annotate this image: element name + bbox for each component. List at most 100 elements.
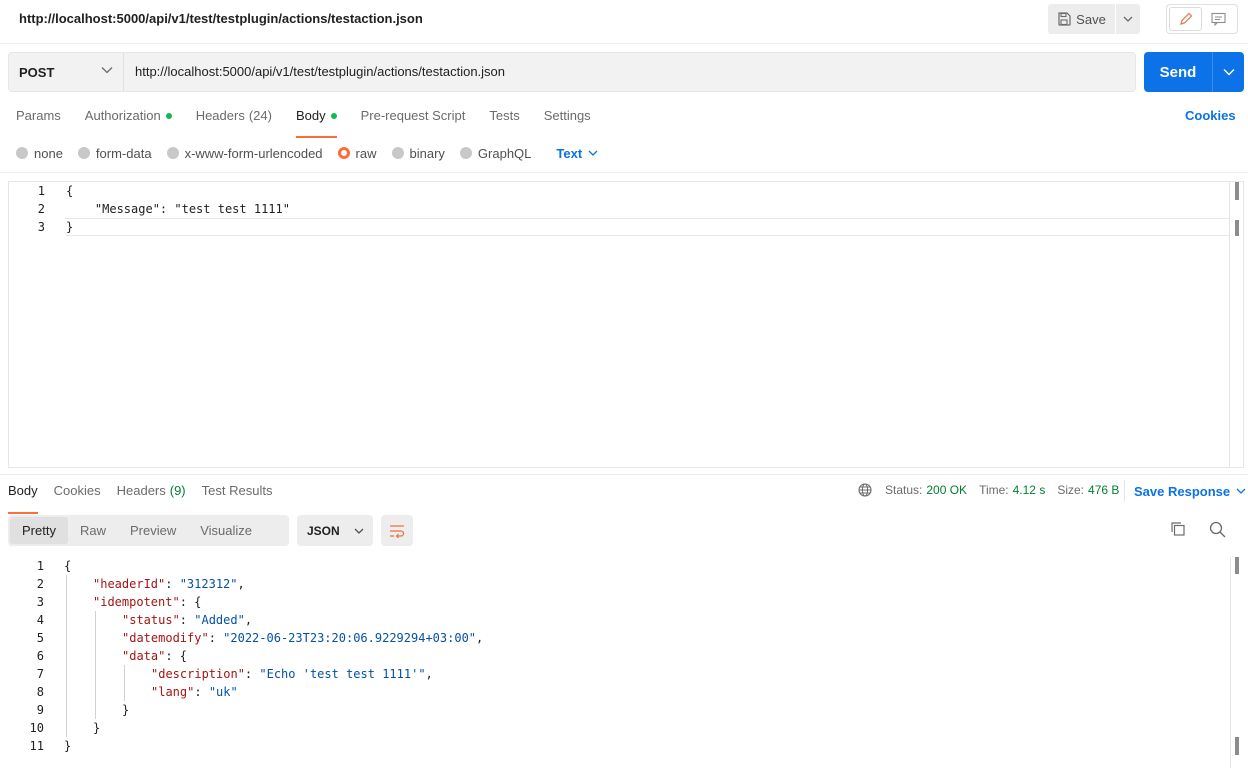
chevron-down-icon bbox=[588, 150, 598, 156]
json-brace: } bbox=[64, 739, 72, 753]
scrollbar-thumb[interactable] bbox=[1235, 182, 1239, 200]
json-brace: } bbox=[122, 703, 130, 717]
line-number: 11 bbox=[29, 739, 44, 753]
line-number: 9 bbox=[36, 703, 44, 717]
view-tab-visualize[interactable]: Visualize bbox=[188, 517, 264, 544]
request-body-editor[interactable]: 1 2 3 { "Message": "test test 1111" } bbox=[8, 181, 1244, 468]
radio-graphql[interactable]: GraphQL bbox=[459, 146, 531, 161]
chevron-down-icon bbox=[1123, 16, 1133, 22]
globe-icon[interactable] bbox=[858, 483, 872, 497]
tab-count: (24) bbox=[248, 108, 272, 123]
json-value: "Echo 'test test 1111'" bbox=[259, 667, 426, 681]
search-button[interactable] bbox=[1209, 521, 1229, 541]
radio-form-data[interactable]: form-data bbox=[77, 145, 152, 161]
json-line: "headerId": "312312", bbox=[93, 577, 245, 591]
indent-guide bbox=[66, 575, 67, 737]
request-title[interactable]: http://localhost:5000/api/v1/test/testpl… bbox=[19, 11, 423, 26]
view-tab-preview[interactable]: Preview bbox=[118, 517, 188, 544]
method-label: POST bbox=[19, 64, 55, 80]
copy-icon bbox=[1171, 522, 1185, 536]
response-tab-test-results[interactable]: Test Results bbox=[202, 483, 273, 507]
line-number: 1 bbox=[37, 184, 45, 198]
wrap-lines-button[interactable] bbox=[381, 515, 413, 546]
response-format-select[interactable]: JSON bbox=[297, 515, 373, 546]
view-mode-toggle bbox=[1166, 4, 1238, 34]
radio-x-www-form-urlencoded[interactable]: x-www-form-urlencoded bbox=[166, 146, 323, 161]
scrollbar-marker bbox=[1235, 737, 1239, 755]
radio-label: form-data bbox=[95, 145, 152, 161]
url-bar: POST http://localhost:5000/api/v1/test/t… bbox=[8, 52, 1136, 92]
json-key: "status" bbox=[122, 613, 180, 627]
status-value[interactable]: 200 OK bbox=[926, 483, 967, 497]
copy-button[interactable] bbox=[1170, 521, 1190, 541]
response-tab-headers[interactable]: Headers (9) bbox=[117, 483, 186, 507]
scrollbar-thumb[interactable] bbox=[1235, 557, 1239, 574]
json-line: "lang": "uk" bbox=[151, 685, 238, 699]
json-line: "idempotent": { bbox=[93, 595, 202, 609]
tab-pre-request-script[interactable]: Pre-request Script bbox=[361, 108, 466, 132]
divider bbox=[0, 172, 1248, 173]
radio-circle bbox=[77, 147, 90, 159]
time-label: Time: bbox=[979, 483, 1009, 497]
send-group: Send bbox=[1144, 52, 1244, 92]
json-value: "312312" bbox=[179, 577, 238, 591]
chevron-down-icon bbox=[101, 67, 113, 74]
response-view-tabs: Pretty Raw Preview Visualize bbox=[8, 515, 289, 546]
json-line: "datemodify": "2022-06-23T23:20:06.92292… bbox=[122, 631, 484, 645]
radio-circle bbox=[459, 147, 472, 159]
json-key: "description" bbox=[151, 667, 245, 681]
response-tab-body[interactable]: Body bbox=[8, 483, 38, 514]
response-tabs: Body Cookies Headers (9) Test Results bbox=[8, 483, 288, 514]
save-group: Save bbox=[1048, 4, 1140, 34]
tab-label: Authorization bbox=[84, 108, 161, 123]
tab-params[interactable]: Params bbox=[16, 108, 61, 132]
tab-label: Pre-request Script bbox=[360, 108, 466, 123]
line-number: 3 bbox=[36, 595, 44, 609]
comments-mode-button[interactable] bbox=[1202, 7, 1235, 31]
radio-raw[interactable]: raw bbox=[337, 146, 377, 161]
json-key: "idempotent" bbox=[93, 595, 180, 609]
cookies-link[interactable]: Cookies bbox=[1185, 108, 1236, 123]
json-key: "datemodify" bbox=[122, 631, 209, 645]
line-number: 8 bbox=[36, 685, 44, 699]
body-format-select[interactable]: Text bbox=[556, 146, 598, 161]
send-button[interactable]: Send bbox=[1144, 52, 1212, 92]
view-tab-pretty[interactable]: Pretty bbox=[10, 517, 68, 544]
tab-settings[interactable]: Settings bbox=[544, 108, 591, 132]
line-number: 1 bbox=[36, 559, 44, 573]
radio-circle bbox=[391, 147, 404, 159]
save-icon bbox=[1058, 12, 1071, 26]
comment-icon bbox=[1211, 12, 1226, 26]
response-tab-cookies[interactable]: Cookies bbox=[54, 483, 101, 507]
tab-tests[interactable]: Tests bbox=[489, 108, 519, 132]
send-dropdown-button[interactable] bbox=[1212, 52, 1244, 92]
url-input[interactable]: http://localhost:5000/api/v1/test/testpl… bbox=[135, 64, 505, 79]
json-line: "description": "Echo 'test test 1111'", bbox=[151, 667, 433, 681]
method-select[interactable]: POST bbox=[9, 53, 124, 91]
line-number: 2 bbox=[36, 577, 44, 591]
line-number: 5 bbox=[36, 631, 44, 645]
save-response-label: Save Response bbox=[1134, 483, 1231, 499]
size-value[interactable]: 476 B bbox=[1088, 483, 1119, 497]
radio-binary[interactable]: binary bbox=[391, 146, 445, 161]
time-value[interactable]: 4.12 s bbox=[1013, 483, 1046, 497]
line-number: 4 bbox=[36, 613, 44, 627]
tab-authorization[interactable]: Authorization bbox=[85, 108, 172, 132]
save-dropdown-button[interactable] bbox=[1116, 4, 1140, 34]
response-body-viewer[interactable]: 1 2 3 4 5 6 7 8 9 10 11 { "headerId": "3… bbox=[0, 557, 1248, 768]
divider bbox=[0, 474, 1248, 475]
save-button[interactable]: Save bbox=[1048, 4, 1115, 34]
edit-mode-button[interactable] bbox=[1169, 7, 1202, 31]
tab-body[interactable]: Body bbox=[295, 108, 337, 138]
tab-label: Params bbox=[16, 108, 61, 123]
save-response-button[interactable]: Save Response bbox=[1124, 480, 1246, 502]
json-key: "lang" bbox=[151, 685, 195, 699]
view-tab-raw[interactable]: Raw bbox=[68, 517, 118, 544]
tab-headers[interactable]: Headers (24) bbox=[196, 108, 272, 132]
radio-none[interactable]: none bbox=[16, 146, 63, 161]
code-line: } bbox=[66, 220, 74, 234]
json-line: "data": { bbox=[122, 649, 188, 663]
radio-circle-selected bbox=[337, 147, 350, 159]
line-number: 3 bbox=[37, 220, 45, 234]
radio-label: none bbox=[34, 145, 63, 161]
